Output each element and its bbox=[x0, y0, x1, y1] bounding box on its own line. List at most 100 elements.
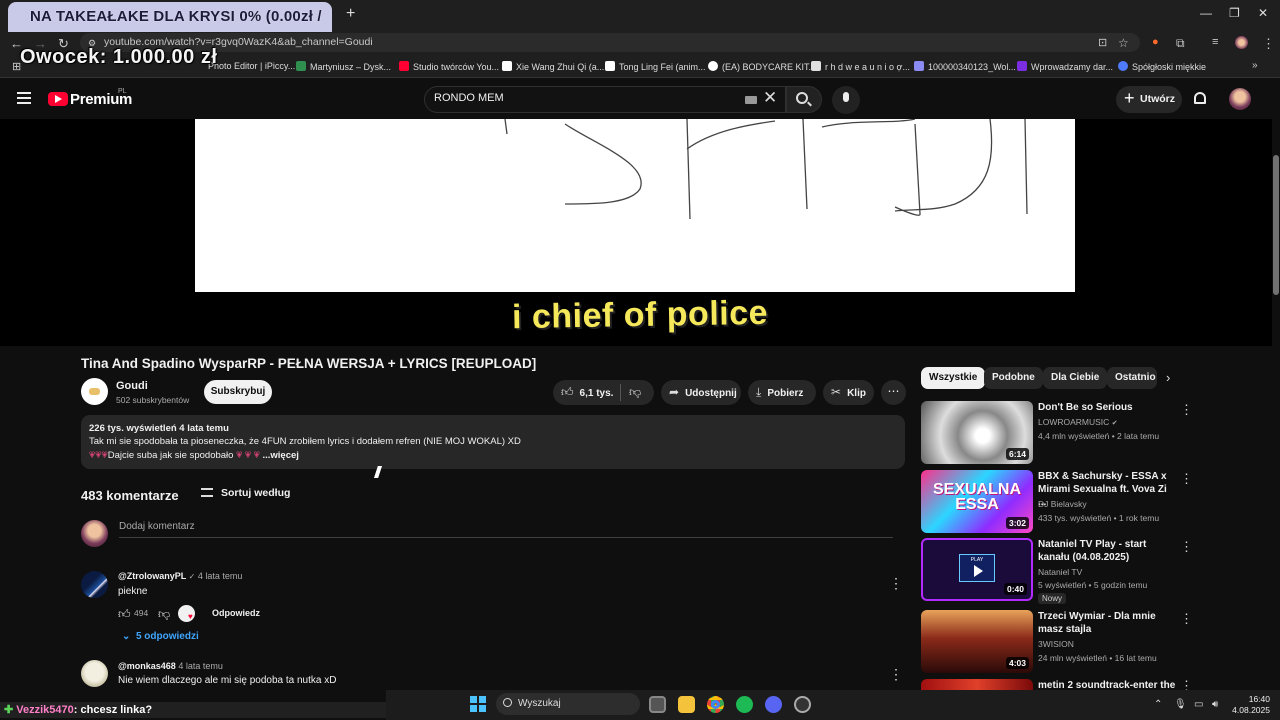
share-button[interactable]: ➦ Udostępnij bbox=[661, 380, 741, 405]
rec-channel[interactable]: LOWROARMUSIC ✔ bbox=[1038, 417, 1118, 427]
comment-author[interactable]: @monkas468 4 lata temu bbox=[118, 661, 223, 671]
bookmark-item[interactable]: 100000340123_Wol... bbox=[914, 61, 1016, 72]
menu-icon[interactable] bbox=[17, 92, 31, 104]
bookmark-item[interactable]: Wprowadzamy dar... bbox=[1017, 61, 1113, 72]
rec-meta: 24 mln wyświetleń • 16 lat temu bbox=[1038, 653, 1157, 663]
system-clock[interactable]: 16:40 4.08.2025 bbox=[1230, 694, 1270, 716]
spotify-icon[interactable] bbox=[736, 696, 753, 713]
rec-channel[interactable]: DJ Bielavsky bbox=[1038, 499, 1087, 509]
bookmark-item[interactable]: Martyniusz – Dysk... bbox=[296, 61, 391, 72]
search-value[interactable]: RONDO MEM bbox=[434, 92, 504, 104]
bookmark-item[interactable]: Tong Ling Fei (anim... bbox=[605, 61, 706, 72]
volume-icon[interactable]: 🔊︎ bbox=[1212, 699, 1218, 710]
keyboard-icon[interactable] bbox=[745, 96, 757, 104]
rec-meta: 5 wyświetleń • 5 godzin temu bbox=[1038, 580, 1148, 590]
account-avatar[interactable] bbox=[1229, 88, 1251, 110]
bookmark-item[interactable]: Studio twórców You... bbox=[399, 61, 499, 72]
like-count[interactable]: 6,1 tys. bbox=[580, 388, 614, 399]
file-explorer-icon[interactable] bbox=[678, 696, 695, 713]
show-more-link[interactable]: ...więcej bbox=[262, 450, 298, 461]
rec-title[interactable]: Nataniel TV Play - start kanału (04.08.2… bbox=[1038, 538, 1170, 564]
rec-title[interactable]: metin 2 soundtrack-enter the bbox=[1038, 679, 1178, 690]
bookmark-item[interactable]: (EA) BODYCARE KIT... bbox=[708, 61, 816, 72]
rec-channel[interactable]: Nataniel TV bbox=[1038, 567, 1082, 577]
chip-recent[interactable]: Ostatnio bbox=[1107, 367, 1157, 389]
maximize-icon[interactable]: ❐ bbox=[1229, 6, 1240, 20]
view-replies-button[interactable]: ⌄ 5 odpowiedzi bbox=[122, 631, 199, 642]
browser-menu-icon[interactable]: ⋮ bbox=[1262, 36, 1275, 52]
discord-icon[interactable] bbox=[765, 696, 782, 713]
video-thumbnail[interactable]: 6:14 bbox=[921, 401, 1033, 464]
youtube-favicon-icon bbox=[399, 61, 409, 71]
add-comment-input[interactable]: Dodaj komentarz bbox=[119, 521, 195, 532]
rec-title[interactable]: Trzeci Wymiar - Dla mnie masz stajla bbox=[1038, 610, 1170, 636]
profile-avatar-icon[interactable] bbox=[1235, 36, 1248, 49]
rec-menu-icon[interactable]: ⋮ bbox=[1180, 611, 1193, 627]
scrollbar-thumb[interactable] bbox=[1273, 155, 1279, 295]
rec-title[interactable]: Don't Be so Serious bbox=[1038, 401, 1170, 414]
chip-for-you[interactable]: Dla Ciebie bbox=[1043, 367, 1108, 389]
sort-comments-button[interactable]: Sortuj według bbox=[201, 487, 290, 499]
video-thumbnail[interactable]: 4:03 bbox=[921, 610, 1033, 673]
rec-menu-icon[interactable]: ⋮ bbox=[1180, 678, 1193, 690]
comment-menu-icon[interactable]: ⋮ bbox=[889, 666, 903, 683]
video-thumbnail[interactable]: SEXUALNA ESSA 3:02 bbox=[921, 470, 1033, 533]
app-icon[interactable] bbox=[794, 696, 811, 713]
install-app-icon[interactable]: ⊡ bbox=[1098, 36, 1107, 49]
rec-channel[interactable]: 3WISION bbox=[1038, 639, 1074, 649]
subscribe-button[interactable]: Subskrybuj bbox=[204, 380, 272, 404]
comment-dislike-icon[interactable]: 👎︎ bbox=[158, 607, 170, 622]
youtube-logo-icon[interactable] bbox=[48, 92, 68, 106]
bookmark-item[interactable]: r h d w e a u n i o ợ... bbox=[811, 61, 910, 72]
like-dislike-group: 👍︎ 6,1 tys. 👎︎ bbox=[553, 380, 654, 405]
channel-name[interactable]: Goudi bbox=[116, 380, 148, 392]
extensions-puzzle-icon[interactable]: ⧉ bbox=[1176, 36, 1185, 51]
more-actions-icon[interactable]: ⋯ bbox=[881, 380, 906, 405]
task-view-icon[interactable] bbox=[649, 696, 666, 713]
chip-all[interactable]: Wszystkie bbox=[921, 367, 986, 389]
bookmark-favicon-icon bbox=[605, 61, 615, 71]
video-thumbnail[interactable]: PLAY 0:40 bbox=[921, 538, 1033, 601]
chrome-icon[interactable] bbox=[707, 696, 724, 713]
bookmark-item[interactable]: Xie Wang Zhui Qi (a... bbox=[502, 61, 604, 72]
clear-search-icon[interactable]: ✕ bbox=[763, 88, 777, 108]
microphone-tray-icon[interactable]: 🎙︎ bbox=[1174, 699, 1187, 710]
close-window-icon[interactable]: ✕ bbox=[1258, 6, 1268, 20]
browser-tab[interactable]: NA TAKEAŁAKE DLA KRYSI 0% (0.00zł / 250.… bbox=[8, 2, 332, 55]
chip-related[interactable]: Podobne bbox=[984, 367, 1043, 389]
rec-menu-icon[interactable]: ⋮ bbox=[1180, 402, 1193, 418]
comment-menu-icon[interactable]: ⋮ bbox=[889, 575, 903, 592]
network-icon[interactable]: ▭ bbox=[1194, 699, 1203, 710]
like-icon[interactable]: 👍︎ bbox=[561, 380, 574, 405]
rec-menu-icon[interactable]: ⋮ bbox=[1180, 539, 1193, 555]
chevron-right-icon[interactable]: › bbox=[1166, 370, 1170, 385]
dislike-icon[interactable]: 👎︎ bbox=[629, 380, 641, 405]
video-thumbnail[interactable] bbox=[921, 679, 1033, 690]
rec-menu-icon[interactable]: ⋮ bbox=[1180, 471, 1193, 487]
taskbar-search-placeholder[interactable]: Wyszukaj bbox=[518, 698, 561, 709]
new-tab-icon[interactable]: + bbox=[346, 5, 355, 23]
more-bookmarks-icon[interactable]: » bbox=[1252, 60, 1258, 71]
reply-button[interactable]: Odpowiedz bbox=[212, 608, 260, 618]
windows-start-icon[interactable] bbox=[470, 696, 486, 712]
my-avatar bbox=[81, 520, 108, 547]
chevron-down-icon: ⌄ bbox=[122, 631, 131, 642]
video-frame-whiteboard bbox=[195, 118, 1075, 292]
media-control-icon[interactable]: ≡ bbox=[1212, 36, 1218, 48]
comment-like-icon[interactable]: 👍︎ bbox=[118, 607, 131, 622]
minimize-icon[interactable]: — bbox=[1200, 6, 1212, 20]
notifications-bell-icon[interactable] bbox=[1194, 92, 1206, 104]
commenter-avatar[interactable] bbox=[81, 571, 108, 598]
comment-author[interactable]: @ZtrolowanyPL ✓ 4 lata temu bbox=[118, 571, 242, 581]
region-label: PL bbox=[118, 88, 127, 95]
tray-chevron-icon[interactable]: ⌃ bbox=[1154, 699, 1162, 710]
channel-avatar[interactable] bbox=[81, 378, 108, 405]
bookmark-item[interactable]: Photo Editor | iPiccy... bbox=[208, 61, 295, 71]
bookmark-star-icon[interactable]: ☆ bbox=[1118, 36, 1129, 50]
download-button[interactable]: ⤓ Pobierz bbox=[748, 380, 816, 405]
clip-button[interactable]: ✂ Klip bbox=[823, 380, 874, 405]
commenter-avatar[interactable] bbox=[81, 660, 108, 687]
microphone-icon bbox=[843, 92, 849, 102]
extension-icon[interactable]: ● bbox=[1152, 36, 1159, 48]
bookmark-item[interactable]: Spółgłoski miękkie bbox=[1118, 61, 1206, 72]
